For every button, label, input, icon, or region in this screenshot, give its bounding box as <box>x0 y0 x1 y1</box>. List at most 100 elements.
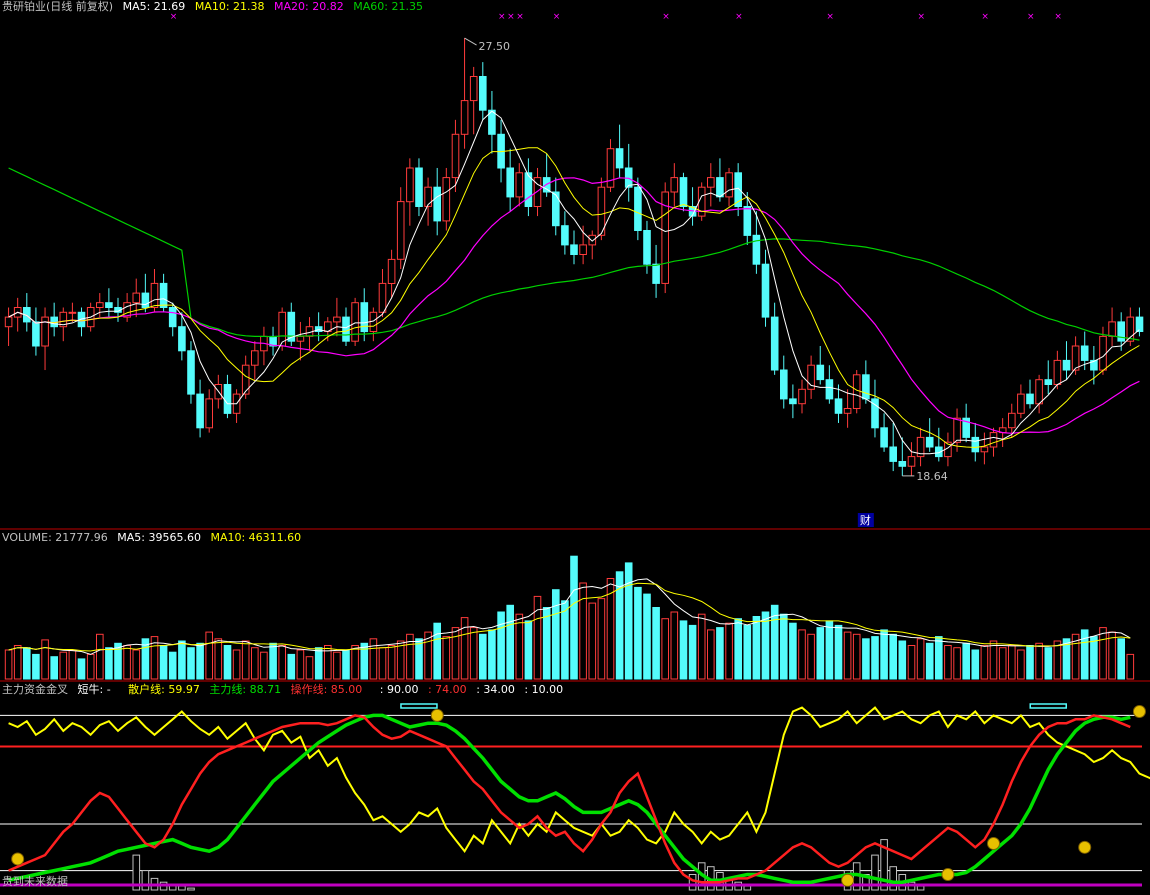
volume-bar <box>871 636 879 680</box>
signal-marker: × <box>507 12 515 22</box>
high-marker-line <box>464 37 477 46</box>
volume-bar <box>415 638 423 680</box>
candle-body <box>825 379 834 400</box>
volume-bar <box>743 624 752 680</box>
volume-bar <box>1035 642 1043 680</box>
volume-bar <box>935 636 943 680</box>
candle-body <box>187 350 195 395</box>
indicator-series-line <box>8 713 1131 884</box>
candle-body <box>1017 393 1025 414</box>
candle-body <box>196 393 204 429</box>
signal-marker: × <box>662 12 670 22</box>
candle-body <box>342 316 350 342</box>
volume-bar <box>561 600 569 680</box>
volume-bar <box>13 645 22 680</box>
candle-body <box>96 302 104 309</box>
volume-bar <box>59 651 68 680</box>
volume-bar <box>506 604 514 680</box>
signal-marker: × <box>826 12 834 22</box>
short-bull-label: 短牛: - <box>77 683 111 696</box>
volume-bar <box>898 640 907 680</box>
ma10-line <box>8 147 1140 449</box>
signal-marker: × <box>735 12 743 22</box>
candle-body <box>396 201 405 260</box>
ma5-line <box>8 110 1140 455</box>
candle-body <box>479 76 487 111</box>
candle-body <box>296 335 305 342</box>
candle-body <box>652 263 660 284</box>
volume-bar <box>168 651 177 680</box>
candle-body <box>989 432 998 448</box>
candle-body <box>105 302 113 309</box>
retail-line-legend: 散户线: 59.97 <box>128 683 200 696</box>
signal-marker: × <box>918 12 926 22</box>
volume-bar <box>697 613 706 680</box>
volume-bar <box>123 645 131 680</box>
candle-body <box>1080 345 1089 361</box>
indicator-name: 主力资金金叉 <box>2 683 68 696</box>
signal-marker: × <box>981 12 989 22</box>
candle-body <box>4 316 13 328</box>
volume-bar <box>807 633 815 680</box>
volume-ma5-line <box>8 578 1131 655</box>
volume-bar <box>962 642 971 680</box>
volume-bar <box>661 618 670 680</box>
candle-body <box>615 148 624 169</box>
volume-ma10-legend: MA10: 46311.60 <box>210 531 302 544</box>
volume-bar <box>333 651 341 680</box>
signal-marker: × <box>1054 12 1062 22</box>
volume-bar <box>132 649 141 680</box>
candle-body <box>1008 412 1016 429</box>
indicator-series-line <box>8 714 1131 884</box>
indicator-histogram-bar <box>187 887 195 891</box>
volume-bar <box>725 622 733 680</box>
ma20-legend: MA20: 20.82 <box>274 0 344 13</box>
signal-box <box>1029 703 1067 709</box>
volume-bar <box>816 627 825 680</box>
volume-bar <box>1099 627 1107 680</box>
candle-body <box>570 244 578 255</box>
volume-bar <box>105 647 113 680</box>
candle-body <box>852 374 861 409</box>
footer-text: 贵到未来数据 <box>2 874 68 888</box>
indicator-histogram-bar <box>889 866 898 891</box>
volume-bar <box>798 629 806 680</box>
volume-bar <box>159 645 168 680</box>
volume-bar <box>998 647 1007 680</box>
volume-bar <box>944 645 952 680</box>
volume-bar <box>1008 645 1016 680</box>
volume-bar <box>451 627 460 680</box>
signal-marker: × <box>498 12 506 22</box>
candle-body <box>552 191 560 227</box>
volume-bar <box>752 616 761 680</box>
volume-bar <box>624 562 633 680</box>
ma5-legend: MA5: 21.69 <box>122 0 186 13</box>
candle-body <box>679 177 688 208</box>
smiley-icon <box>987 836 1001 850</box>
candle-body <box>1117 321 1126 342</box>
volume-bar <box>433 622 441 680</box>
volume-bar <box>68 649 77 680</box>
candle-body <box>333 316 341 323</box>
candle-body <box>1026 393 1034 405</box>
indicator-histogram-bar <box>178 885 186 891</box>
ref-10-legend: : 10.00 <box>524 683 564 696</box>
volume-bar <box>32 653 40 680</box>
candle-body <box>1135 316 1144 333</box>
volume-bar <box>1117 638 1126 680</box>
candle-body <box>1035 379 1043 405</box>
volume-bar <box>369 638 378 680</box>
volume-bar <box>1090 636 1098 680</box>
volume-bar <box>96 633 104 680</box>
volume-bar <box>342 649 350 680</box>
candle-body <box>862 374 870 400</box>
volume-bar <box>588 602 597 680</box>
signal-marker: × <box>516 12 524 22</box>
ma10-legend: MA10: 21.38 <box>194 0 265 13</box>
indicator-series-line <box>8 706 1150 853</box>
volume-bar <box>570 555 578 680</box>
volume-bar <box>688 624 697 680</box>
volume-bar <box>260 651 268 680</box>
volume-ma10-line <box>8 582 1131 652</box>
candle-body <box>424 186 432 207</box>
